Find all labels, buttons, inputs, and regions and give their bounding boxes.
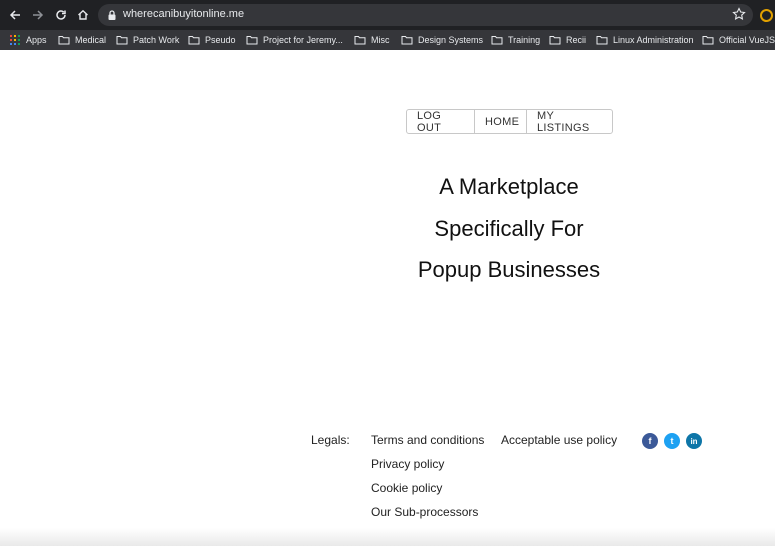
address-bar[interactable]: wherecanibuyitonline.me — [98, 4, 753, 26]
extension-icon[interactable] — [760, 9, 773, 22]
bookmark-pseudo[interactable]: Pseudo — [188, 33, 236, 47]
folder-icon — [58, 36, 70, 45]
legals-label: Legals: — [311, 433, 350, 447]
logout-button[interactable]: LOG OUT — [407, 110, 475, 134]
my-listings-button[interactable]: MY LISTINGS — [527, 110, 612, 134]
browser-toolbar: wherecanibuyitonline.me — [0, 0, 775, 30]
bookmark-misc[interactable]: Misc — [354, 33, 390, 47]
folder-icon — [549, 36, 561, 45]
bookmark-patch-work[interactable]: Patch Work — [116, 33, 179, 47]
back-arrow-icon[interactable] — [5, 5, 25, 25]
bookmark-label: Misc — [371, 35, 390, 45]
folder-icon — [491, 36, 503, 45]
bookmark-label: Recii — [566, 35, 587, 45]
url-text[interactable]: wherecanibuyitonline.me — [123, 8, 244, 20]
folder-icon — [401, 36, 413, 45]
bookmark-label: Apps — [26, 35, 47, 45]
bookmark-label: Design Systems — [418, 35, 484, 45]
bookmark-label: Pseudo — [205, 35, 236, 45]
headline-line-1: A Marketplace — [439, 174, 579, 199]
bookmark-label: Patch Work — [133, 35, 180, 45]
star-icon[interactable] — [732, 7, 746, 21]
bookmark-label: Project for Jeremy... — [263, 35, 343, 45]
bookmark-label: Linux Administration — [613, 35, 694, 45]
cookie-link[interactable]: Cookie policy — [371, 481, 442, 495]
folder-icon — [116, 36, 128, 45]
facebook-icon[interactable]: f — [642, 433, 658, 449]
forward-arrow-icon[interactable] — [28, 5, 48, 25]
bookmark-label: Training — [508, 35, 541, 45]
bookmark-project[interactable]: Project for Jeremy... — [246, 33, 343, 47]
headline-line-2: Specifically For — [434, 215, 584, 241]
hero-headline: A Marketplace Specifically For Popup Bus… — [395, 166, 623, 291]
folder-icon — [246, 36, 258, 45]
lock-icon — [108, 10, 116, 20]
folder-icon — [702, 36, 714, 45]
bottom-shadow — [0, 528, 775, 546]
main-nav: LOG OUT HOME MY LISTINGS — [406, 109, 613, 134]
bookmark-linux[interactable]: Linux Administration — [596, 33, 694, 47]
apps-grid-icon — [10, 35, 20, 45]
terms-link[interactable]: Terms and conditions — [371, 433, 484, 447]
bookmark-recii[interactable]: Recii — [549, 33, 586, 47]
folder-icon — [188, 36, 200, 45]
bookmark-design-systems[interactable]: Design Systems — [401, 33, 483, 47]
bookmark-apps[interactable]: Apps — [10, 33, 47, 47]
bookmark-label: Medical — [75, 35, 107, 45]
linkedin-icon[interactable]: in — [686, 433, 702, 449]
privacy-link[interactable]: Privacy policy — [371, 457, 444, 471]
bookmarks-bar: Apps Medical Patch Work Pseudo Project f… — [0, 30, 775, 50]
folder-icon — [596, 36, 608, 45]
bookmark-medical[interactable]: Medical — [58, 33, 106, 47]
acceptable-use-link[interactable]: Acceptable use policy — [501, 433, 617, 447]
subprocessors-link[interactable]: Our Sub-processors — [371, 505, 478, 519]
bookmark-training[interactable]: Training — [491, 33, 540, 47]
home-icon[interactable] — [73, 5, 93, 25]
twitter-icon[interactable]: t — [664, 433, 680, 449]
reload-icon[interactable] — [51, 5, 71, 25]
bookmark-vuejs[interactable]: Official VueJS — [702, 33, 775, 47]
headline-line-3: Popup Businesses — [417, 257, 601, 282]
bookmark-label: Official VueJS — [719, 35, 775, 45]
folder-icon — [354, 36, 366, 45]
home-button[interactable]: HOME — [475, 110, 527, 133]
